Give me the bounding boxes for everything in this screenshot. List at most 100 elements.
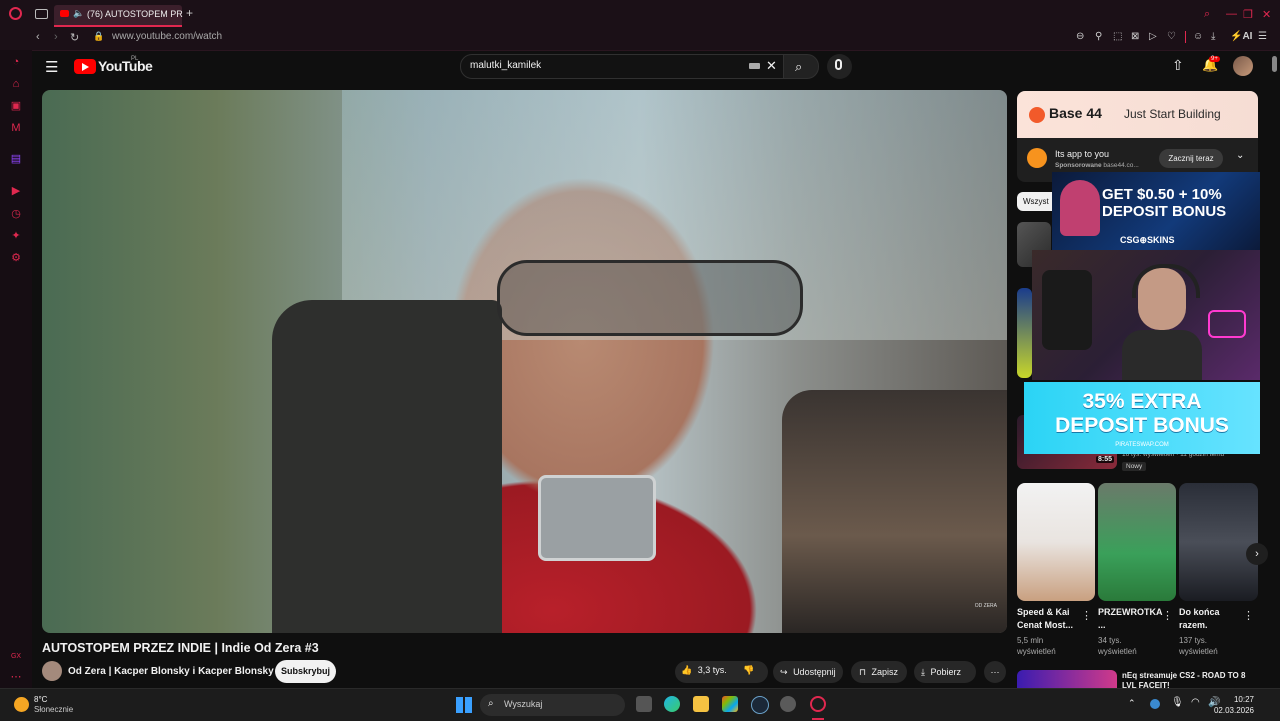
- more-actions-button[interactable]: ⋯: [984, 661, 1006, 683]
- chevron-right-icon: ›: [1255, 548, 1259, 560]
- ad-banner[interactable]: Base 44 Just Start Building: [1017, 91, 1258, 138]
- bookmark-icon: ⊓: [859, 667, 867, 677]
- short-thumbnail-3[interactable]: [1179, 483, 1258, 601]
- player-sidebar-icon[interactable]: ▶: [9, 184, 23, 198]
- new-tab-button[interactable]: +: [186, 6, 193, 20]
- tab-overview-icon[interactable]: [35, 9, 48, 19]
- maximize-icon[interactable]: ❐: [1243, 8, 1253, 21]
- short-menu-icon-2[interactable]: ⋮: [1162, 609, 1173, 622]
- tab-title: (76) AUTOSTOPEM PR: [87, 9, 183, 19]
- clock-date: 02.03.2026: [1213, 706, 1254, 715]
- share-button[interactable]: ↪ Udostępnij: [773, 661, 843, 683]
- weather-desc[interactable]: Słonecznie: [34, 705, 73, 714]
- tab-active[interactable]: 🔈 (76) AUTOSTOPEM PR: [54, 5, 183, 27]
- url-field[interactable]: www.youtube.com/watch: [112, 31, 222, 42]
- ad-card[interactable]: Base 44 Just Start Building Its app to y…: [1017, 91, 1258, 182]
- recommended-thumbnail-bottom[interactable]: [1017, 670, 1117, 688]
- short-menu-icon-3[interactable]: ⋮: [1243, 609, 1254, 622]
- edge-icon[interactable]: [664, 696, 680, 712]
- csgskins-overlay-ad[interactable]: GET $0.50 + 10% DEPOSIT BONUS CSG⊕SKINS: [1052, 172, 1260, 250]
- keyboard-icon[interactable]: [749, 63, 760, 69]
- shorts-next-button[interactable]: ›: [1246, 543, 1268, 565]
- steam-icon[interactable]: [751, 696, 769, 714]
- gx-corner-icon[interactable]: ⌂: [9, 77, 23, 91]
- chevron-down-icon[interactable]: ⌄: [1236, 150, 1244, 161]
- history-icon[interactable]: ◷: [9, 207, 23, 221]
- clear-search-icon[interactable]: ✕: [766, 58, 777, 74]
- search-button[interactable]: ⌕: [783, 54, 819, 79]
- speaker-icon[interactable]: 🔈: [73, 8, 84, 19]
- taskbar-search[interactable]: ⌕ Wyszukaj: [480, 694, 625, 716]
- recommended-thumbnail-2[interactable]: [1017, 288, 1032, 378]
- wifi-icon[interactable]: ◠: [1191, 697, 1200, 708]
- snapshot-icon[interactable]: ⬚: [1113, 31, 1122, 42]
- heart-icon[interactable]: ♡: [1167, 31, 1176, 42]
- short-title-1[interactable]: Speed & Kai Cenat Most...: [1017, 606, 1079, 632]
- upload-icon[interactable]: ⇧: [1172, 57, 1184, 74]
- zoom-icon[interactable]: ⊖: [1076, 31, 1084, 42]
- minimize-icon[interactable]: —: [1226, 8, 1237, 20]
- messenger-icon[interactable]: ▣: [9, 99, 23, 113]
- voice-search-button[interactable]: [827, 54, 852, 79]
- download-button[interactable]: ⤓ Pobierz: [914, 661, 976, 683]
- save-button[interactable]: ⊓ Zapisz: [851, 661, 907, 683]
- youtube-logo-icon[interactable]: [74, 59, 96, 74]
- weather-icon[interactable]: [14, 697, 29, 712]
- back-icon[interactable]: ‹: [36, 31, 40, 43]
- tray-mic-icon[interactable]: 🎙: [1171, 697, 1184, 708]
- store-icon[interactable]: [722, 696, 738, 712]
- region-code: PL: [131, 56, 139, 62]
- download-icon[interactable]: ⤓: [1211, 31, 1215, 42]
- channel-name[interactable]: Od Zera | Kacper Blonsky i Kacper Blonsk…: [68, 666, 288, 677]
- close-window-icon[interactable]: ✕: [1262, 8, 1271, 21]
- reload-icon[interactable]: ↻: [70, 31, 79, 44]
- forward-icon[interactable]: ›: [54, 31, 58, 43]
- gx-mods-icon[interactable]: M: [9, 121, 23, 135]
- opera-gx-taskbar-icon[interactable]: [810, 696, 826, 712]
- discord-icon[interactable]: [780, 696, 796, 712]
- opera-logo[interactable]: [9, 7, 22, 20]
- video-player[interactable]: OD ZERA: [42, 90, 1007, 633]
- like-button[interactable]: 👍 3,3 tys.: [681, 665, 727, 676]
- pin-icon[interactable]: ⚲: [1095, 31, 1102, 42]
- windows-start-icon[interactable]: [456, 697, 472, 713]
- search-input[interactable]: malutki_kamilek ✕: [460, 54, 784, 79]
- tray-app-icon[interactable]: [1150, 699, 1160, 709]
- search-tabs-icon[interactable]: ⌕: [1204, 8, 1210, 21]
- channel-avatar[interactable]: [42, 661, 62, 681]
- settings-icon[interactable]: ⚙: [9, 251, 23, 265]
- file-explorer-icon[interactable]: [693, 696, 709, 712]
- task-view-icon[interactable]: [636, 696, 652, 712]
- adblock-icon[interactable]: ⊠: [1131, 31, 1139, 42]
- avatar[interactable]: [1233, 56, 1253, 76]
- twitch-icon[interactable]: ▤: [9, 152, 23, 166]
- account-icon[interactable]: ☺: [1193, 31, 1203, 42]
- ad-domain: base44.co...: [1103, 162, 1139, 169]
- short-thumbnail-1[interactable]: [1017, 483, 1095, 601]
- channel-name-text[interactable]: Od Zera | Kacper Blonsky i Kacper Blonsk…: [68, 666, 274, 677]
- youtube-logo-text[interactable]: YouTube: [98, 58, 153, 74]
- easy-setup-icon[interactable]: ☰: [1258, 31, 1267, 42]
- player-icon[interactable]: ▷: [1149, 31, 1157, 42]
- ad-cta-button[interactable]: Zacznij teraz: [1159, 149, 1223, 168]
- dislike-button[interactable]: 👎: [743, 665, 754, 676]
- short-thumbnail-2[interactable]: [1098, 483, 1176, 601]
- tray-chevron-icon[interactable]: ⌃: [1128, 698, 1136, 709]
- short-menu-icon-1[interactable]: ⋮: [1081, 609, 1092, 622]
- short-title-2[interactable]: PRZEWROTKA ...: [1098, 606, 1162, 632]
- pirateswap-overlay-ad[interactable]: 35% EXTRA DEPOSIT BONUS PIRATESWAP.COM: [1024, 382, 1260, 454]
- gx-control-icon[interactable]: ◔: [9, 55, 23, 69]
- weather-temp[interactable]: 8°C: [34, 695, 47, 704]
- short-title-3[interactable]: Do końca razem.: [1179, 606, 1234, 632]
- recommended-title-bottom[interactable]: nEq streamuje CS2 - ROAD TO 8 LVL FACEIT…: [1122, 671, 1252, 688]
- subscribe-button[interactable]: Subskrybuj: [275, 660, 336, 683]
- aria-ai-button[interactable]: ⚡AI: [1230, 31, 1252, 42]
- more-icon[interactable]: ⋯: [9, 670, 23, 684]
- hamburger-menu-icon[interactable]: ☰: [45, 58, 58, 76]
- extensions-icon[interactable]: ✦: [9, 229, 23, 243]
- clock[interactable]: 10:27 02.03.2026: [1214, 694, 1254, 716]
- pirateswap-promo-text: 35% EXTRA DEPOSIT BONUS: [1024, 390, 1260, 438]
- video-frame-car: [782, 390, 1007, 633]
- share-label: Udostępnij: [793, 667, 836, 677]
- page-scrollbar[interactable]: [1272, 56, 1277, 72]
